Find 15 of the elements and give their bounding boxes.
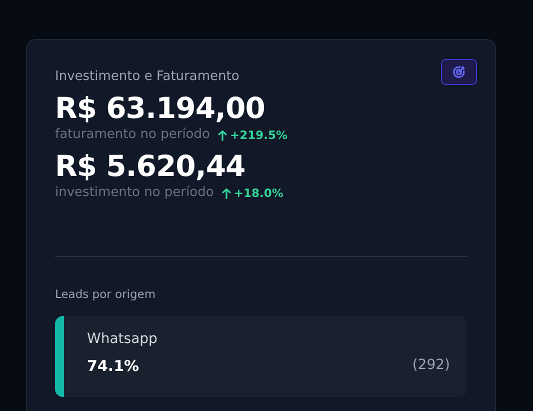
arrow-up-icon [218, 130, 227, 140]
metric-change: +18.0% [234, 186, 284, 200]
target-button[interactable] [441, 59, 477, 85]
lead-name: Whatsapp [87, 330, 158, 349]
card-title: Investimento e Faturamento [55, 68, 240, 86]
section-title: Leads por origem [55, 286, 157, 302]
metric-value: R$ 5.620,44 [55, 148, 246, 184]
metric-value: R$ 63.194,00 [55, 90, 266, 126]
metric-label: faturamento no período [55, 126, 210, 144]
lead-count: (292) [412, 357, 450, 375]
lead-percent: 74.1% [87, 357, 140, 375]
metric-label: investimento no período [55, 184, 214, 202]
target-icon [452, 65, 466, 79]
arrow-up-icon [222, 188, 231, 198]
metric-change: +219.5% [230, 128, 288, 142]
